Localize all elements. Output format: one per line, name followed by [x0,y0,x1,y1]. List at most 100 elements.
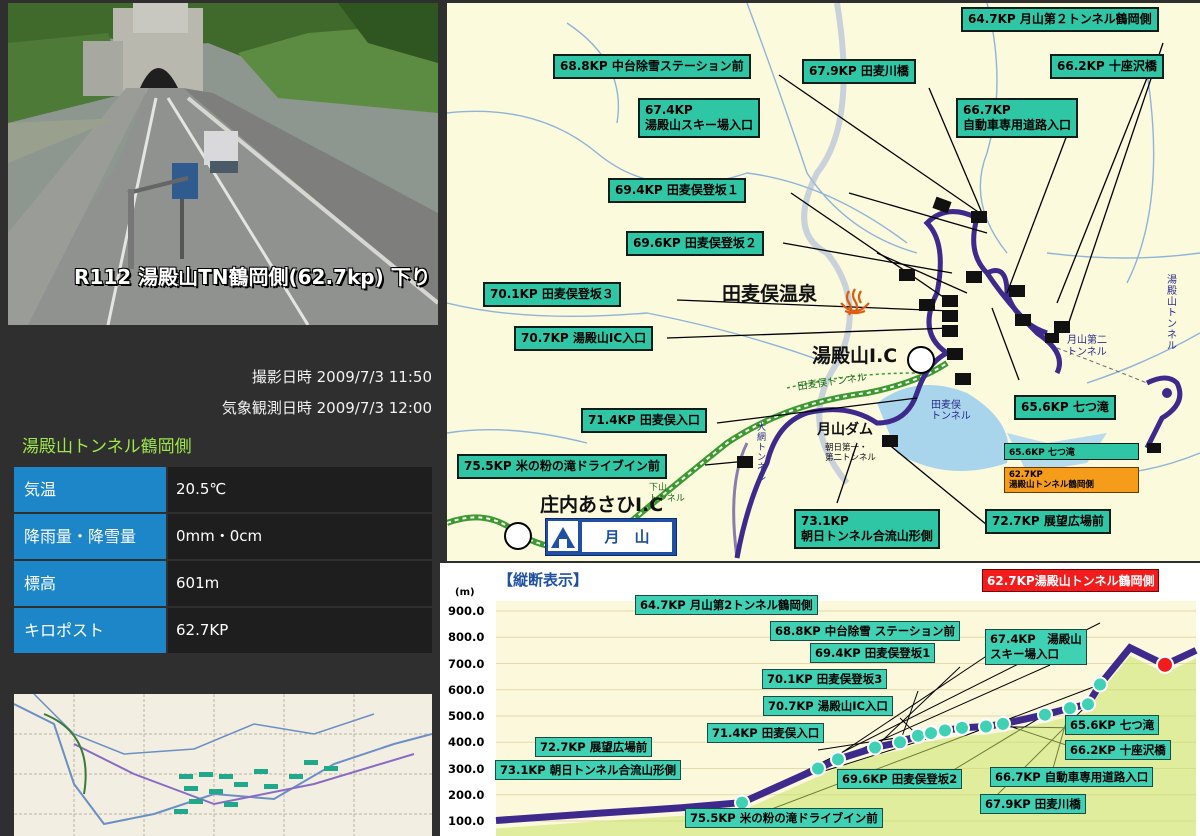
callout-67-9kp[interactable]: 67.9KP 田麦川橋 [802,59,916,84]
legend-camera-box: 65.6KP 七つ滝 [1004,443,1139,460]
legend-selected-box: 62.7KP 湯殿山トンネル鶴岡側 [1004,467,1139,493]
camera-point-69-4kp[interactable] [937,722,953,739]
weather-datetime: 気象観測日時 2009/7/3 12:00 [222,397,432,418]
profile-label-65-6kp[interactable]: 65.6KP 七つ滝 [1065,715,1160,735]
camera-point-67-9kp[interactable] [978,718,994,735]
y-tick-label: 800.0 [448,630,485,645]
profile-label-69-6kp[interactable]: 69.6KP 田麦俣登坂2 [837,769,963,789]
profile-unit: (m) [455,587,475,598]
profile-label-66-7kp[interactable]: 66.7KP 自動車専用道路入口 [990,767,1154,787]
precip-value: 0mm・0cm [166,514,432,559]
callout-75-5kp[interactable]: 75.5KP 米の粉の滝ドライブイン前 [457,454,667,479]
profile-label-71-4kp[interactable]: 71.4KP 田麦俣入口 [707,723,825,743]
kilopost-label: キロポスト [14,608,166,653]
camera-caption: R112 湯殿山TN鶴岡側(62.7kp) 下り [74,265,431,289]
yudonosan-ic-marker [907,346,935,374]
elevation-label: 標高 [14,561,166,606]
profile-title: 【縦断表示】 [498,571,589,589]
kilopost-value: 62.7KP [166,608,432,653]
callout-72-7kp[interactable]: 72.7KP 展望広場前 [985,509,1111,534]
gassan-route-sign: 月 山 [545,518,677,556]
profile-label-70-1kp[interactable]: 70.1KP 田麦俣登坂3 [762,669,888,689]
gassan2-tunnel-label: 月山第二 トンネル [1067,335,1107,358]
camera-point-65-6kp[interactable] [1080,696,1096,713]
weather-row-kilopost: キロポスト 62.7KP [14,608,432,655]
callout-67-4kp-line1: 67.4KP [645,103,693,117]
gassan-dam-label: 月山ダム [817,422,873,438]
shimoyama-tunnel-label: 下山 トンネル [649,483,685,504]
y-tick-label: 500.0 [448,709,485,723]
gassan-sign-text: 月 山 [582,522,672,552]
callout-69-6kp[interactable]: 69.6KP 田麦俣登坂２ [626,231,764,256]
callout-70-7kp[interactable]: 70.7KP 湯殿山IC入口 [514,326,654,351]
callout-73-1kp[interactable]: 73.1KP 朝日トンネル合流山形側 [794,509,940,549]
yudono-tunnel-label: 湯殿山 トンネル [1167,275,1177,352]
camera-image[interactable]: R112 湯殿山TN鶴岡側(62.7kp) 下り [8,3,438,325]
callout-71-4kp[interactable]: 71.4KP 田麦俣入口 [581,408,707,433]
asahi-tunnel-label: 朝日第一・ 第二トンネル [825,443,876,463]
shot-datetime: 撮影日時 2009/7/3 11:50 [252,366,432,387]
left-panel: R112 湯殿山TN鶴岡側(62.7kp) 下り 撮影日時 2009/7/3 1… [0,0,440,836]
y-tick-label: 300.0 [448,761,485,776]
profile-label-75-5kp[interactable]: 75.5KP 米の粉の滝ドライブイン前 [685,808,883,828]
profile-label-69-4kp[interactable]: 69.4KP 田麦俣登坂1 [810,643,936,663]
callout-70-1kp[interactable]: 70.1KP 田麦俣登坂３ [483,282,621,307]
callout-73-1kp-line2: 朝日トンネル合流山形側 [801,529,933,543]
y-tick-label: 700.0 [448,656,485,671]
camera-point-64-7kp[interactable] [1092,676,1108,693]
profile-label-67-9kp[interactable]: 67.9KP 田麦川橋 [980,794,1086,814]
callout-69-4kp[interactable]: 69.4KP 田麦俣登坂１ [608,178,746,203]
camera-point-66-2kp[interactable] [1062,700,1078,717]
yudonosan-ic-label: 湯殿山I.C [812,345,898,367]
callout-73-1kp-line1: 73.1KP [801,514,849,528]
shonai-ic-label: 庄内あさひI.C [540,494,664,516]
selected-camera-point[interactable] [1156,655,1174,674]
camera-point-70-7kp[interactable] [892,734,908,751]
profile-label-67-4kp-line1: 67.4KP 湯殿山 [990,632,1082,646]
legend-selected-line1: 62.7KP [1009,470,1043,480]
callout-66-7kp-line2: 自動車専用道路入口 [963,118,1072,132]
onsen-label: 田麦俣温泉 [722,283,818,305]
camera-point-71-4kp[interactable] [867,739,883,756]
camera-point-70-1kp[interactable] [910,727,926,744]
callout-66-2kp[interactable]: 66.2KP 十座沢橋 [1050,54,1164,79]
profile-label-73-1kp[interactable]: 73.1KP 朝日トンネル合流山形側 [495,760,681,780]
y-tick-label: 600.0 [448,682,485,697]
route-map: 田麦俣温泉 湯殿山I.C 月山ダム 庄内あさひI.C 月 山 田麦俣トンネル 田… [447,3,1200,561]
camera-point-66-7kp[interactable] [1037,706,1053,723]
overview-minimap[interactable] [14,694,432,836]
callout-67-4kp[interactable]: 67.4KP 湯殿山スキー場入口 [638,98,761,138]
precip-label: 降雨量・降雪量 [14,514,166,559]
profile-label-70-7kp[interactable]: 70.7KP 湯殿山IC入口 [763,696,893,716]
profile-label-68-8kp[interactable]: 68.8KP 中台除雪 ステーション前 [770,621,960,641]
temp-label: 気温 [14,467,166,512]
road-sign-icon [548,521,578,551]
callout-67-4kp-line2: 湯殿山スキー場入口 [645,118,754,132]
camera-point-67-4kp[interactable] [995,715,1011,732]
osawa-tunnel-label: 大網 トンネル [757,423,767,483]
callout-68-8kp[interactable]: 68.8KP 中台除雪ステーション前 [553,54,751,79]
camera-point-73-1kp[interactable] [810,760,826,777]
profile-label-67-4kp[interactable]: 67.4KP 湯殿山 スキー場入口 [985,629,1087,665]
callout-64-7kp[interactable]: 64.7KP 月山第２トンネル鶴岡側 [961,7,1159,32]
shot-time-label: 撮影日時 [251,368,312,386]
camera-point-68-8kp[interactable] [954,719,970,736]
shot-time-value: 2009/7/3 11:50 [316,368,432,386]
y-tick-label: 100.0 [448,814,485,828]
elevation-profile: 【縦断表示】 (m) 900.0 800.0 700.0 600.0 500.0 400.… [440,563,1200,836]
profile-label-66-2kp[interactable]: 66.2KP 十座沢橋 [1065,740,1171,760]
selected-camera-label[interactable]: 62.7KP湯殿山トンネル鶴岡側 [982,569,1160,592]
camera-point-72-7kp[interactable] [830,751,846,768]
minimap-graphic [14,694,432,836]
callout-66-7kp[interactable]: 66.7KP 自動車専用道路入口 [956,98,1079,138]
weather-row-precip: 降雨量・降雪量 0mm・0cm [14,514,432,561]
weather-table: 気温 20.5℃ 降雨量・降雪量 0mm・0cm 標高 601m キロポスト 6… [14,467,432,655]
callout-65-6kp[interactable]: 65.6KP 七つ滝 [1014,395,1116,420]
weather-row-elevation: 標高 601m [14,561,432,608]
profile-label-72-7kp[interactable]: 72.7KP 展望広場前 [535,737,653,757]
site-name: 湯殿山トンネル鶴岡側 [22,437,192,457]
camera-point-69-6kp[interactable] [923,725,939,742]
profile-label-64-7kp[interactable]: 64.7KP 月山第2トンネル鶴岡側 [635,595,818,615]
y-tick-label: 400.0 [448,735,485,750]
y-tick-label: 200.0 [448,787,485,802]
